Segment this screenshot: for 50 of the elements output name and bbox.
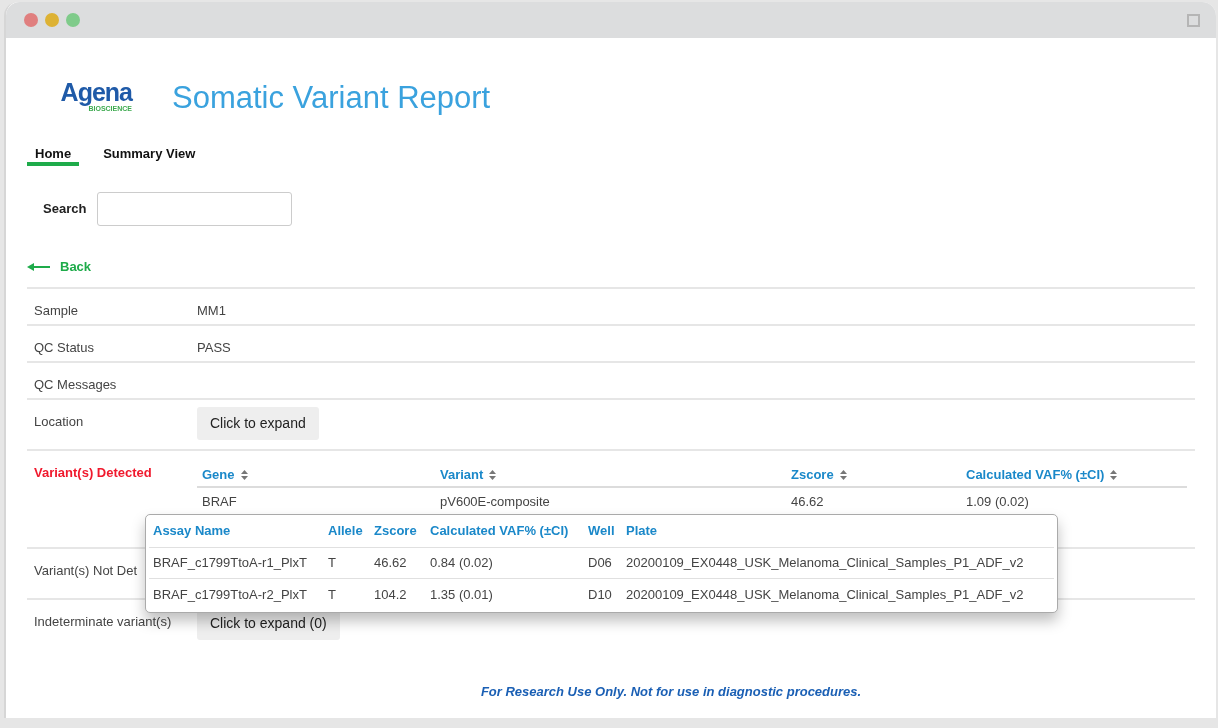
- column-header: Calculated VAF% (±CI): [430, 522, 570, 541]
- column-header: Well: [588, 522, 616, 541]
- column-header: Allele: [328, 522, 364, 541]
- column-header[interactable]: Calculated VAF% (±CI): [966, 465, 1105, 485]
- table-cell-text: BRAF: [202, 492, 238, 511]
- table-cell-text: pV600E-composite: [440, 492, 551, 511]
- column-header: Assay Name: [153, 522, 232, 541]
- detail-label: Indeterminate variant(s): [34, 613, 172, 629]
- table-cell-text: 20200109_EX0448_USK_Melanoma_Clinical_Samples_P1_ADF_v2: [626, 554, 1025, 573]
- nav-tab[interactable]: Summary View: [95, 144, 204, 166]
- column-header[interactable]: Variant: [440, 465, 484, 485]
- table-cell-text: 46.62: [791, 492, 825, 511]
- detail-label: Location: [34, 413, 84, 429]
- table-cell-text: BRAF_c1799TtoA-r2_PlxT: [153, 585, 308, 604]
- expand-button[interactable]: Click to expand: [197, 406, 319, 440]
- table-cell-text: D06: [588, 554, 613, 573]
- table-cell-text: 104.2: [374, 585, 408, 604]
- detail-label: QC Messages: [34, 376, 117, 392]
- column-header[interactable]: Zscore: [791, 465, 834, 485]
- sort-icon[interactable]: [240, 470, 248, 480]
- search-field[interactable]: [97, 192, 293, 226]
- table-cell-text: BRAF_c1799TtoA-r1_PlxT: [153, 554, 308, 573]
- table-cell-text: 0.84 (0.02): [430, 554, 494, 573]
- detail-label: QC Status: [34, 339, 94, 355]
- table-cell-text: 1.09 (0.02): [966, 492, 1030, 511]
- nav-tab[interactable]: Home: [27, 144, 80, 166]
- logo: Agena: [60, 79, 132, 105]
- report-title: Somatic Variant Report: [172, 80, 491, 116]
- sort-icon[interactable]: [839, 470, 847, 480]
- detail-label: Variant(s) Not Det: [34, 562, 138, 578]
- detail-value: MM1: [197, 302, 226, 318]
- sort-icon[interactable]: [489, 470, 497, 480]
- column-header: Plate: [626, 522, 659, 541]
- search-label: Search: [43, 200, 87, 219]
- detail-label: Variant(s) Detected: [34, 464, 152, 480]
- table-cell-text: D10: [588, 585, 613, 604]
- table-cell-text: T: [328, 585, 337, 604]
- column-header[interactable]: Gene: [202, 465, 235, 485]
- table-cell-text: T: [328, 554, 337, 573]
- window-square-icon[interactable]: [1187, 13, 1200, 27]
- detail-value: PASS: [197, 339, 231, 355]
- back-arrow-icon[interactable]: [27, 262, 50, 271]
- detail-label: Sample: [34, 302, 79, 318]
- column-header: Zscore: [374, 522, 418, 541]
- table-cell-text: 46.62: [374, 554, 408, 573]
- sort-icon[interactable]: [1110, 470, 1118, 480]
- disclaimer: For Research Use Only. Not for use in diagnostic procedures.: [480, 682, 862, 701]
- back-link[interactable]: Back: [60, 257, 92, 277]
- table-cell-text: 20200109_EX0448_USK_Melanoma_Clinical_Samples_P1_ADF_v2: [626, 585, 1025, 604]
- table-cell-text: 1.35 (0.01): [430, 585, 494, 604]
